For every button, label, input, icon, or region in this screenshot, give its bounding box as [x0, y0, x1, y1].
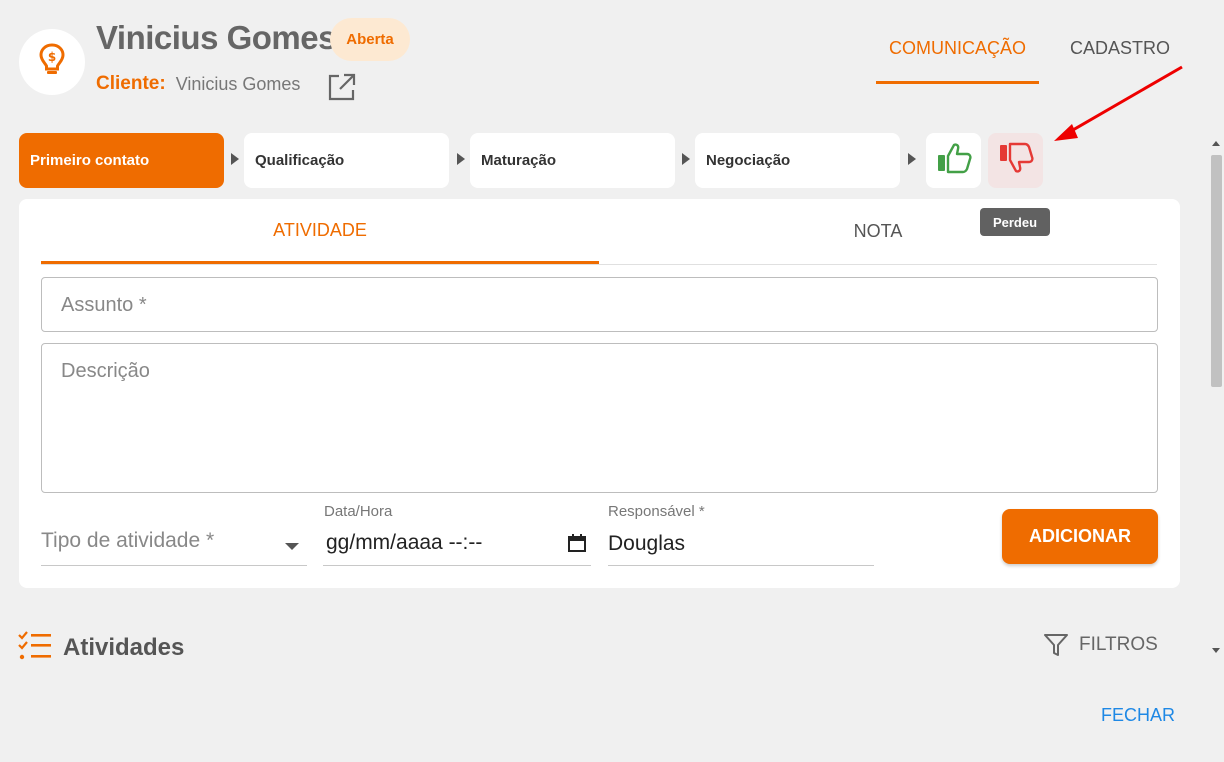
- stage-negociacao[interactable]: Negociação: [695, 133, 900, 188]
- scrollbar[interactable]: [1209, 137, 1224, 661]
- client-name: Vinicius Gomes: [175, 73, 301, 94]
- datetime-input[interactable]: Data/Hora gg/mm/aaaa --:--: [323, 503, 591, 566]
- activity-type-placeholder: Tipo de atividade *: [41, 529, 215, 552]
- checklist-icon: [18, 631, 52, 661]
- activity-form-card: ATIVIDADE NOTA Assunto * Descrição Tipo …: [19, 199, 1180, 588]
- subject-input[interactable]: Assunto *: [41, 277, 1158, 332]
- responsible-value: Douglas: [608, 532, 686, 555]
- responsible-label: Responsável *: [608, 503, 705, 520]
- deal-title: Vinicius Gomes: [96, 19, 336, 56]
- scroll-thumb[interactable]: [1211, 155, 1222, 387]
- open-client-link-icon[interactable]: [327, 72, 357, 102]
- tab-atividade[interactable]: ATIVIDADE: [41, 199, 599, 264]
- filters-label: FILTROS: [1079, 634, 1158, 655]
- activity-type-select[interactable]: Tipo de atividade *: [41, 509, 307, 566]
- stage-separator-icon: [908, 153, 916, 165]
- lose-button[interactable]: [988, 133, 1043, 188]
- description-textarea[interactable]: Descrição: [41, 343, 1158, 493]
- thumbs-up-icon: [936, 142, 972, 179]
- filter-icon: [1044, 634, 1068, 656]
- annotation-arrow-icon: [1054, 65, 1183, 141]
- tab-nota[interactable]: NOTA: [599, 199, 1157, 264]
- lightbulb-dollar-icon: $: [37, 42, 67, 83]
- scroll-down-icon[interactable]: [1212, 648, 1220, 653]
- client-row: Cliente: Vinicius Gomes: [96, 73, 300, 95]
- datetime-value: gg/mm/aaaa --:--: [326, 531, 483, 554]
- win-button[interactable]: [926, 133, 981, 188]
- dropdown-arrow-icon: [285, 543, 299, 550]
- stage-separator-icon: [682, 153, 690, 165]
- deal-avatar: $: [19, 29, 85, 95]
- thumbs-down-icon: [998, 142, 1034, 179]
- stage-separator-icon: [457, 153, 465, 165]
- stage-separator-icon: [231, 153, 239, 165]
- stage-qualificacao[interactable]: Qualificação: [244, 133, 449, 188]
- stage-primeiro-contato[interactable]: Primeiro contato: [19, 133, 224, 188]
- scroll-up-icon[interactable]: [1212, 141, 1220, 146]
- activities-title: Atividades: [63, 634, 185, 661]
- lose-tooltip: Perdeu: [980, 208, 1050, 236]
- filters-button[interactable]: FILTROS: [1043, 633, 1158, 657]
- datetime-label: Data/Hora: [324, 503, 393, 520]
- status-badge: Aberta: [330, 18, 410, 61]
- close-button[interactable]: FECHAR: [1101, 705, 1175, 726]
- stage-maturacao[interactable]: Maturação: [470, 133, 675, 188]
- responsible-input[interactable]: Responsável * Douglas: [608, 503, 874, 566]
- calendar-icon[interactable]: [567, 533, 587, 558]
- client-label: Cliente:: [96, 73, 166, 94]
- add-button[interactable]: ADICIONAR: [1002, 509, 1158, 564]
- svg-text:$: $: [48, 50, 56, 64]
- tab-comunicacao[interactable]: COMUNICAÇÃO: [876, 16, 1039, 84]
